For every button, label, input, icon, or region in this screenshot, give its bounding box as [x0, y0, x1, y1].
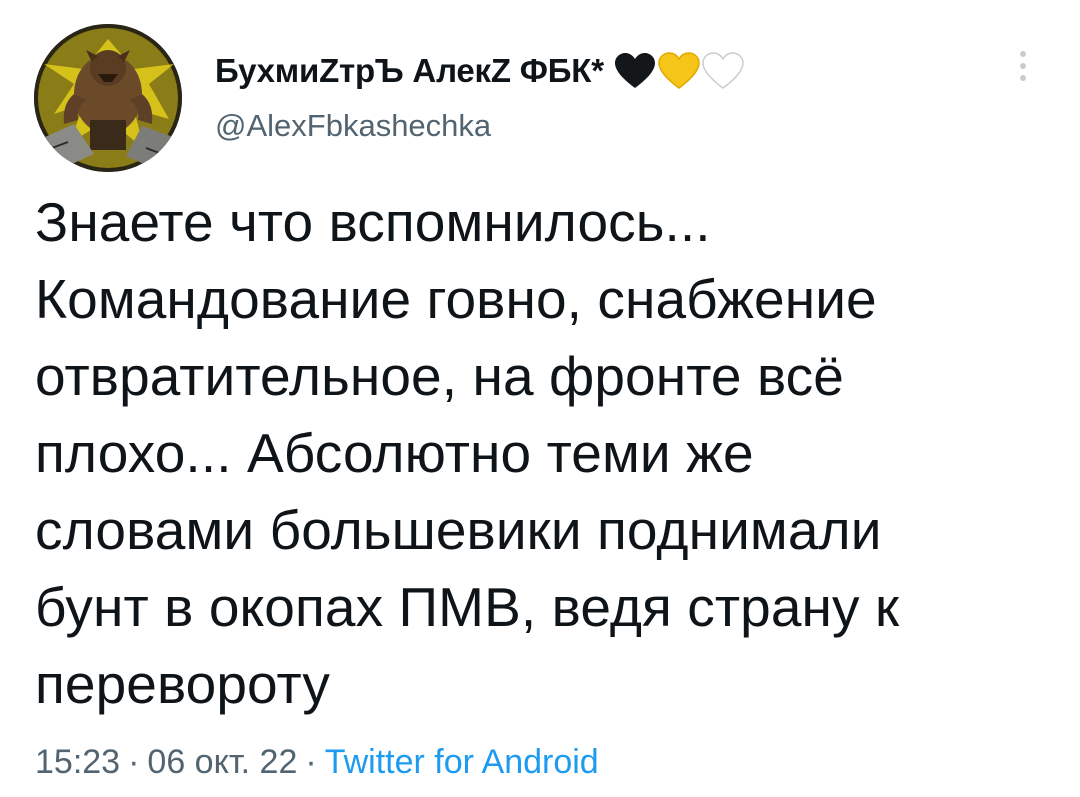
display-name[interactable]: БухмиZтрЪ АлекZ ФБК*	[215, 52, 604, 90]
tweet-metadata: 15:23 · 06 окт. 22 · Twitter for Android	[35, 743, 599, 782]
separator: ·	[305, 743, 317, 781]
emoji-group	[614, 52, 744, 90]
author-name-row: БухмиZтрЪ АлекZ ФБК*	[215, 44, 744, 98]
username[interactable]: @AlexFbkashechka	[215, 108, 491, 144]
more-options-icon[interactable]	[1008, 44, 1038, 88]
tweet-time[interactable]: 15:23	[35, 743, 120, 781]
tweet-date[interactable]: 06 окт. 22	[147, 743, 297, 781]
yellow-heart-icon	[658, 52, 700, 89]
avatar-image	[34, 24, 182, 172]
tweet-card: БухмиZтрЪ АлекZ ФБК* @AlexFbkashechka Зн…	[0, 0, 1080, 797]
tweet-source-link[interactable]: Twitter for Android	[325, 743, 599, 781]
white-heart-icon	[702, 52, 744, 89]
separator: ·	[128, 743, 140, 781]
tweet-text: Знаете что вспомнилось... Командование г…	[35, 191, 900, 715]
avatar[interactable]	[34, 24, 182, 172]
black-heart-icon	[614, 53, 655, 88]
